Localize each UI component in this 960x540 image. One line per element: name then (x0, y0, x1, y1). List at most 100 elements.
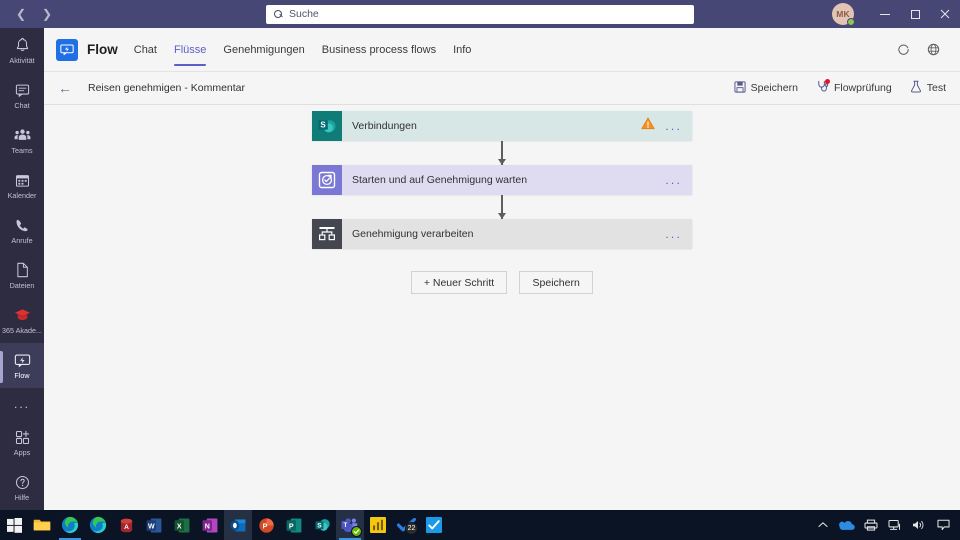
sidebar-item-anrufe[interactable]: Anrufe (0, 208, 44, 253)
network-icon[interactable] (884, 510, 906, 540)
tab-business-process-flows[interactable]: Business process flows (322, 28, 436, 72)
arrow-left-icon[interactable]: ← (58, 81, 72, 95)
system-tray (812, 510, 960, 540)
tab-genehmigungen[interactable]: Genehmigungen (223, 28, 304, 72)
microsoft-excel[interactable]: X (168, 510, 196, 540)
power-bi[interactable] (364, 510, 392, 540)
control-icon (312, 219, 342, 249)
close-button[interactable] (930, 0, 960, 28)
minimize-button[interactable] (870, 0, 900, 28)
tab-chat[interactable]: Chat (134, 28, 157, 72)
window-navigation: ❮ ❯ (0, 4, 260, 24)
sidebar-item-dateien[interactable]: Dateien (0, 253, 44, 298)
page-title: Flow (87, 42, 118, 57)
microsoft-access[interactable]: A (112, 510, 140, 540)
save-icon (734, 80, 746, 96)
sidebar-label: Hilfe (14, 493, 30, 503)
access-icon: A (120, 518, 132, 532)
flow-step-title: Genehmigung verarbeiten (352, 228, 474, 240)
flow-step-menu-button[interactable]: ... (665, 228, 682, 240)
flow-step-genehmigung-verarbeiten[interactable]: Genehmigung verarbeiten ... (312, 219, 692, 249)
sidebar-label: Teams (11, 146, 33, 156)
sidebar-label: Flow (14, 371, 30, 381)
test-button[interactable]: Test (910, 80, 946, 96)
flow-step-menu-button[interactable]: ... (665, 174, 682, 186)
start-button[interactable] (0, 510, 28, 540)
maximize-button[interactable] (900, 0, 930, 28)
sidebar-item-365-akademie[interactable]: 365 Akade... (0, 298, 44, 343)
avatar[interactable]: MK (832, 3, 855, 26)
sidebar-more-button[interactable]: ... (0, 388, 44, 420)
save-button[interactable]: Speichern (734, 80, 798, 96)
sidebar-item-apps[interactable]: Apps (0, 420, 44, 465)
sharepoint-taskbar-icon: S (315, 518, 330, 531)
globe-icon[interactable] (924, 41, 942, 59)
presence-available-icon (847, 18, 855, 26)
title-bar: ❮ ❯ Suche MK (0, 0, 960, 28)
chevron-up-icon[interactable] (812, 510, 834, 540)
chevron-left-icon[interactable]: ❮ (10, 4, 32, 24)
chevron-right-icon[interactable]: ❯ (36, 4, 58, 24)
sidebar-item-aktivitaet[interactable]: Aktivität (0, 28, 44, 73)
file-explorer[interactable] (28, 510, 56, 540)
flow-step-verbindungen[interactable]: S Verbindungen ... (312, 111, 692, 141)
microsoft-onenote[interactable]: N (196, 510, 224, 540)
microsoft-todo[interactable]: 22 (392, 510, 420, 540)
flow-step-starten-und-auf-genehmigung-warten[interactable]: Starten und auf Genehmigung warten ... (312, 165, 692, 195)
edge-icon (61, 516, 79, 534)
svg-text:S: S (320, 121, 326, 130)
flask-icon (910, 80, 922, 96)
sidebar-item-flow[interactable]: Flow (0, 343, 44, 389)
microsoft-edge[interactable] (56, 510, 84, 540)
sidebar-item-kalender[interactable]: Kalender (0, 163, 44, 208)
search-input[interactable]: Suche (266, 4, 694, 24)
minimize-icon (880, 13, 890, 15)
microsoft-teams[interactable]: T (336, 510, 364, 540)
microsoft-onenote-2[interactable] (420, 510, 448, 540)
svg-text:T: T (344, 522, 348, 529)
flow-action-buttons: + Neuer Schritt Speichern (312, 271, 692, 294)
calendar-icon (15, 171, 30, 189)
onenote-check-icon (426, 517, 442, 533)
flow-checker-label: Flowprüfung (833, 82, 892, 94)
sidebar-label: Aktivität (9, 56, 35, 65)
command-bar-actions: Speichern Flowprüfung Test (734, 79, 946, 96)
speaker-icon[interactable] (908, 510, 930, 540)
sharepoint-icon: S (312, 111, 342, 141)
folder-icon (33, 519, 51, 531)
flow-step-title: Verbindungen (352, 120, 417, 132)
sidebar-item-teams[interactable]: Teams (0, 118, 44, 163)
microsoft-word[interactable]: W (140, 510, 168, 540)
tab-info[interactable]: Info (453, 28, 471, 72)
refresh-icon[interactable] (894, 41, 912, 59)
svg-text:A: A (124, 523, 129, 530)
teams-status-check-icon (351, 526, 362, 537)
flow-icon (14, 351, 31, 369)
windows-taskbar: A W X N P P S T 22 (0, 510, 960, 540)
flow-steps: S Verbindungen ... Starten und auf Geneh… (312, 111, 692, 294)
todo-badge-count: 22 (405, 522, 418, 535)
microsoft-sharepoint[interactable]: S (308, 510, 336, 540)
publisher-icon: P (286, 518, 302, 532)
tab-fluesse[interactable]: Flüsse (174, 28, 207, 72)
outlook-icon (230, 518, 246, 532)
microsoft-powerpoint[interactable]: P (252, 510, 280, 540)
arrow-down-icon (497, 141, 508, 165)
cloud-icon[interactable] (836, 510, 858, 540)
sidebar-item-hilfe[interactable]: Hilfe (0, 465, 44, 510)
onenote-icon: N (202, 518, 218, 532)
sidebar-item-chat[interactable]: Chat (0, 73, 44, 118)
new-step-button[interactable]: + Neuer Schritt (410, 271, 508, 294)
flow-step-menu-button[interactable]: ... (665, 120, 682, 132)
printer-icon[interactable] (860, 510, 882, 540)
flow-checker-button[interactable]: Flowprüfung (816, 79, 892, 96)
microsoft-outlook[interactable] (224, 510, 252, 540)
microsoft-edge-2[interactable] (84, 510, 112, 540)
notification-icon[interactable] (932, 510, 954, 540)
save-flow-button[interactable]: Speichern (519, 271, 594, 294)
teams-window: ❮ ❯ Suche MK Aktivität Chat Teams Kalend… (0, 0, 960, 540)
svg-text:X: X (177, 523, 182, 530)
warning-icon[interactable] (641, 117, 655, 135)
phone-icon (15, 216, 30, 234)
microsoft-publisher[interactable]: P (280, 510, 308, 540)
